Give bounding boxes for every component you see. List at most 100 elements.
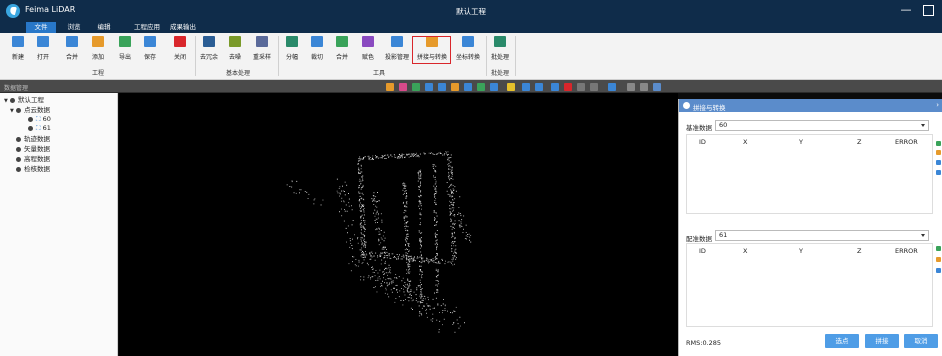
angle-icon[interactable] <box>640 83 648 91</box>
chevron-down-icon[interactable]: ▼ <box>4 97 10 106</box>
point <box>406 206 408 208</box>
view-side-icon[interactable] <box>477 83 485 91</box>
tree-item-vector[interactable]: 矢量数据 <box>16 145 50 154</box>
view-front-icon[interactable] <box>451 83 459 91</box>
rotate-icon[interactable] <box>399 83 407 91</box>
point-cloud-canvas[interactable] <box>119 93 678 356</box>
point <box>430 152 431 154</box>
polygon-select-icon[interactable] <box>535 83 543 91</box>
eye-icon[interactable] <box>28 125 33 131</box>
cancel-button[interactable]: 取消 <box>904 334 938 348</box>
reg-data-select[interactable]: 61 <box>715 230 929 241</box>
color-mode-icon[interactable] <box>507 83 515 91</box>
view-cube-icon[interactable] <box>438 83 446 91</box>
open-button[interactable]: 打开 <box>31 36 55 66</box>
view-back-icon[interactable] <box>490 83 498 91</box>
point <box>411 260 413 262</box>
batch-button[interactable]: 批处理 <box>487 36 513 66</box>
profile-icon[interactable] <box>627 83 635 91</box>
filter-icon[interactable] <box>551 83 559 91</box>
point <box>313 203 315 205</box>
minimize-button[interactable]: — <box>898 3 914 17</box>
add-point-icon[interactable] <box>936 141 941 146</box>
dedup-button[interactable]: 去冗余 <box>197 36 221 66</box>
point <box>433 164 435 166</box>
coordinate-transform-button[interactable]: 坐标转换 <box>452 36 484 66</box>
delete-point-icon[interactable] <box>936 257 941 262</box>
settings-icon[interactable] <box>653 83 661 91</box>
tree-item-trajectory[interactable]: 轨迹数据 <box>16 135 50 144</box>
clip-button[interactable]: 裁切 <box>305 36 329 66</box>
menu-file[interactable]: 文件 <box>26 22 56 33</box>
menu-output[interactable]: 成果输出 <box>167 22 199 33</box>
point <box>360 232 362 234</box>
col-id: ID <box>699 247 706 255</box>
eye-icon[interactable] <box>16 156 21 162</box>
clear-icon[interactable] <box>936 268 941 273</box>
base-data-select[interactable]: 60 <box>715 120 929 131</box>
merge-button[interactable]: 合并 <box>60 36 84 66</box>
colorize-button[interactable]: 赋色 <box>356 36 380 66</box>
point-cloud-viewport[interactable] <box>119 93 678 356</box>
point <box>375 155 376 157</box>
point <box>465 224 467 226</box>
point <box>420 184 421 186</box>
point <box>452 255 453 256</box>
select-point-button[interactable]: 选点 <box>825 334 859 348</box>
tree-item-check[interactable]: 检核数据 <box>16 165 50 174</box>
save-button[interactable]: 保存 <box>138 36 162 66</box>
view-cube-icon[interactable] <box>425 83 433 91</box>
point <box>378 227 380 229</box>
eye-icon[interactable] <box>16 136 21 142</box>
tree-root[interactable]: ▼ 默认工程 <box>4 96 44 105</box>
tree-item-pointcloud[interactable]: ▼ 点云数据 <box>10 106 50 115</box>
export-button[interactable]: 导出 <box>113 36 137 66</box>
point <box>383 246 385 248</box>
measure-area-icon[interactable] <box>590 83 598 91</box>
view-top-icon[interactable] <box>464 83 472 91</box>
tree-item-61[interactable]: ⛶ 61 <box>28 124 51 133</box>
tile-button[interactable]: 分幅 <box>280 36 304 66</box>
eye-icon[interactable] <box>28 116 33 122</box>
delete-point-icon[interactable] <box>936 150 941 155</box>
eye-icon[interactable] <box>16 146 21 152</box>
point <box>432 258 434 260</box>
denoise-button[interactable]: 去噪 <box>223 36 247 66</box>
chevron-down-icon[interactable]: ▼ <box>10 107 16 116</box>
point <box>381 252 383 254</box>
add-point-icon[interactable] <box>936 246 941 251</box>
undo-icon[interactable] <box>608 83 616 91</box>
eye-icon[interactable] <box>10 97 15 103</box>
close-icon[interactable]: › <box>936 101 939 109</box>
menu-view[interactable]: 浏览 <box>62 22 86 33</box>
fit-view-icon[interactable] <box>412 83 420 91</box>
resample-button[interactable]: 重采样 <box>250 36 274 66</box>
eye-icon[interactable] <box>16 107 21 113</box>
zoom-icon[interactable] <box>386 83 394 91</box>
add-button[interactable]: 添加 <box>86 36 110 66</box>
point <box>409 260 411 262</box>
point <box>401 256 403 257</box>
measure-icon[interactable] <box>577 83 585 91</box>
point <box>437 269 439 271</box>
close-button[interactable]: 关闭 <box>168 36 192 66</box>
tree-item-elevation[interactable]: 高程数据 <box>16 155 50 164</box>
point <box>418 199 420 201</box>
point <box>380 237 382 239</box>
folder-icon[interactable] <box>936 170 941 175</box>
point <box>453 207 455 209</box>
tree-item-60[interactable]: ⛶ 60 <box>28 115 51 124</box>
menu-edit[interactable]: 编辑 <box>92 22 116 33</box>
delete-points-icon[interactable] <box>564 83 572 91</box>
new-button[interactable]: 新建 <box>6 36 30 66</box>
merge-tool-button[interactable]: 合并 <box>330 36 354 66</box>
eye-icon[interactable] <box>16 166 21 172</box>
menu-project-app[interactable]: 工程应用 <box>131 22 163 33</box>
projection-button[interactable]: 投影管理 <box>382 36 412 66</box>
clear-icon[interactable] <box>936 160 941 165</box>
stitch-button[interactable]: 拼接 <box>865 334 899 348</box>
maximize-button[interactable] <box>920 3 936 17</box>
point <box>359 185 360 186</box>
select-arrow-icon[interactable] <box>522 83 530 91</box>
point <box>363 227 365 229</box>
